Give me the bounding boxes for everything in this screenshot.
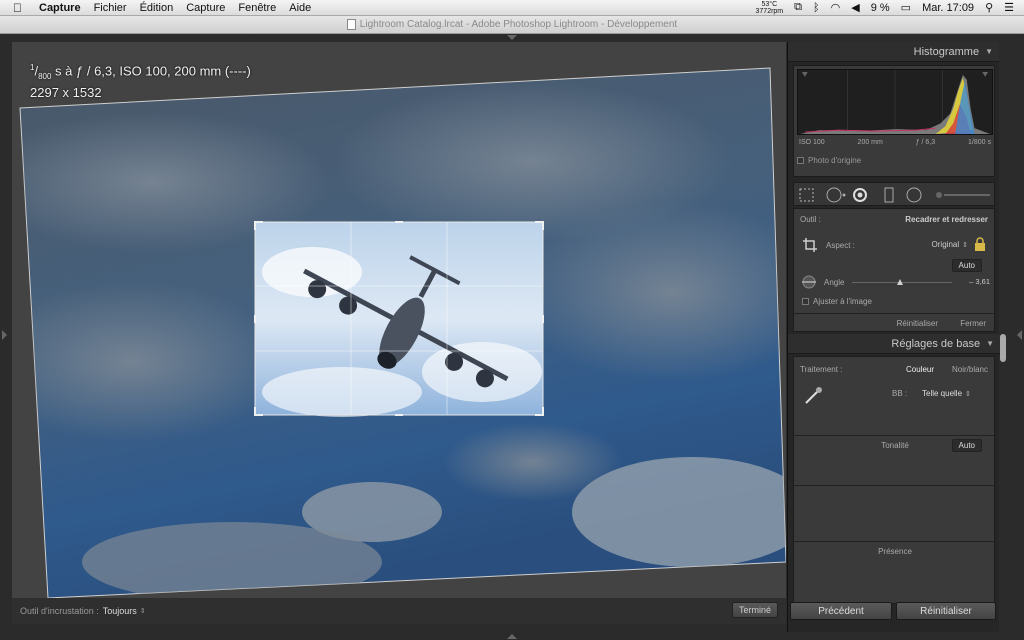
constrain-to-image[interactable]: Ajuster à l'image — [802, 297, 872, 306]
angle-slider-thumb[interactable] — [897, 279, 903, 285]
histogram-graph[interactable] — [797, 69, 993, 135]
treatment-bw-option[interactable]: Noir/blanc — [952, 365, 988, 374]
crop-frame-icon[interactable] — [802, 237, 818, 253]
lightroom-app: 1/800 s à ƒ / 6,3, ISO 100, 200 mm (----… — [0, 34, 1024, 640]
shadow-clip-icon — [801, 71, 808, 77]
checkbox-icon[interactable] — [802, 298, 809, 305]
select-arrows-icon[interactable]: ⇕ — [140, 607, 146, 615]
spotlight-icon[interactable]: ⚲ — [985, 1, 993, 14]
menu-fichier[interactable]: Fichier — [94, 2, 127, 14]
top-panel-toggle-icon[interactable] — [507, 35, 517, 40]
histogram-header[interactable]: Histogramme ▼ — [788, 42, 999, 62]
crop-close-button[interactable]: Fermer — [960, 319, 986, 328]
document-icon — [346, 19, 356, 30]
menu-app-name[interactable]: Capture — [39, 2, 81, 14]
wifi-icon[interactable]: ◠ — [831, 1, 841, 14]
left-panel-toggle-icon[interactable] — [2, 330, 7, 340]
aspect-label: Aspect : — [826, 240, 855, 250]
previous-button[interactable]: Précédent — [790, 602, 892, 620]
reset-button[interactable]: Réinitialiser — [896, 602, 996, 620]
tool-strip — [793, 182, 995, 206]
menu-bar:  Capture Fichier Édition Capture Fenêtr… — [0, 0, 1024, 16]
collapse-triangle-icon[interactable]: ▼ — [986, 339, 994, 348]
temperature-status[interactable]: 53°C 3772rpm — [756, 1, 784, 15]
checkbox-icon[interactable] — [797, 157, 804, 164]
menu-aide[interactable]: Aide — [289, 2, 311, 14]
bluetooth-icon[interactable]: ᛒ — [813, 2, 820, 14]
menu-edition[interactable]: Édition — [140, 2, 174, 14]
crop-reset-button[interactable]: Réinitialiser — [897, 319, 938, 328]
apple-icon[interactable]:  — [13, 0, 29, 16]
image-work-area[interactable]: 1/800 s à ƒ / 6,3, ISO 100, 200 mm (----… — [12, 42, 786, 598]
panel-bottom-buttons: Précédent Réinitialiser — [787, 598, 999, 624]
overlay-tool-select[interactable]: Toujours — [103, 606, 137, 616]
volume-icon[interactable]: ◀ — [851, 1, 859, 14]
highlight-clip-icon — [982, 71, 989, 77]
collapse-triangle-icon[interactable]: ▼ — [985, 47, 993, 56]
crop-panel: Outil : Recadrer et redresser Aspect : O… — [793, 208, 996, 332]
angle-auto-button[interactable]: Auto — [951, 259, 982, 272]
crop-tool-icon — [799, 188, 814, 202]
done-button[interactable]: Terminé — [731, 602, 778, 618]
angle-slider[interactable]: – 3,61 — [794, 276, 996, 288]
panel-scrollbar[interactable] — [1000, 334, 1006, 362]
sync-icon[interactable]: ⧉ — [794, 1, 802, 14]
right-panel: Histogramme ▼ ISO 100 200 mm ƒ / 6,3 1/80… — [787, 42, 1000, 632]
radial-filter-icon — [906, 187, 922, 203]
basic-panel: Traitement : Couleur Noir/blanc BB : Tel… — [793, 356, 995, 604]
wb-select[interactable]: Telle quelle ⇕ — [922, 389, 971, 398]
eyedropper-icon[interactable] — [802, 385, 824, 407]
wb-label: BB : — [892, 389, 908, 398]
select-arrows-icon: ⇕ — [962, 241, 968, 249]
clock[interactable]: Mar. 17:09 — [922, 2, 974, 14]
bottom-toolbar: Outil d'incrustation : Toujours ⇕ Termin… — [12, 598, 786, 624]
tool-label: Outil : — [800, 215, 821, 224]
crop-frame[interactable] — [254, 216, 544, 421]
spot-removal-icon — [826, 187, 842, 203]
menu-fenetre[interactable]: Fenêtre — [238, 2, 276, 14]
adjustment-brush-icon — [936, 192, 942, 198]
original-photo-toggle[interactable]: Photo d'origine — [797, 156, 861, 165]
lock-icon[interactable] — [974, 237, 986, 251]
treatment-color-option[interactable]: Couleur — [906, 365, 934, 374]
photo-info-overlay: 1/800 s à ƒ / 6,3, ISO 100, 200 mm (----… — [30, 60, 251, 101]
histogram-panel: ISO 100 200 mm ƒ / 6,3 1/800 s Photo d'o… — [793, 65, 995, 177]
treatment-label: Traitement : — [800, 365, 843, 374]
graduated-filter-icon — [884, 187, 894, 203]
notification-center-icon[interactable]: ☰ — [1004, 1, 1014, 14]
presence-section-title: Présence — [878, 547, 912, 556]
aspect-select[interactable]: Original ⇕ — [932, 240, 968, 249]
battery-status[interactable]: 9 % — [871, 2, 890, 14]
tone-auto-button[interactable]: Auto — [951, 439, 982, 452]
menu-capture[interactable]: Capture — [186, 2, 225, 14]
dimensions-line: 2297 x 1532 — [30, 84, 102, 100]
tool-name: Recadrer et redresser — [905, 215, 988, 224]
overlay-tool-label: Outil d'incrustation : — [20, 606, 99, 616]
photo-canvas[interactable] — [12, 42, 786, 598]
select-arrows-icon: ⇕ — [965, 390, 971, 398]
exif-line: 1/800 s à ƒ / 6,3, ISO 100, 200 mm (----… — [30, 63, 251, 81]
basic-header[interactable]: Réglages de base ▼ — [788, 334, 1000, 354]
bottom-panel-toggle-icon[interactable] — [507, 634, 517, 639]
right-panel-toggle-icon[interactable] — [1017, 330, 1022, 340]
histogram-info: ISO 100 200 mm ƒ / 6,3 1/800 s — [799, 139, 991, 146]
window-title: Lightroom Catalog.lrcat - Adobe Photosho… — [359, 19, 678, 30]
window-title-bar: Lightroom Catalog.lrcat - Adobe Photosho… — [0, 16, 1024, 34]
battery-icon[interactable]: ▭ — [901, 1, 911, 14]
